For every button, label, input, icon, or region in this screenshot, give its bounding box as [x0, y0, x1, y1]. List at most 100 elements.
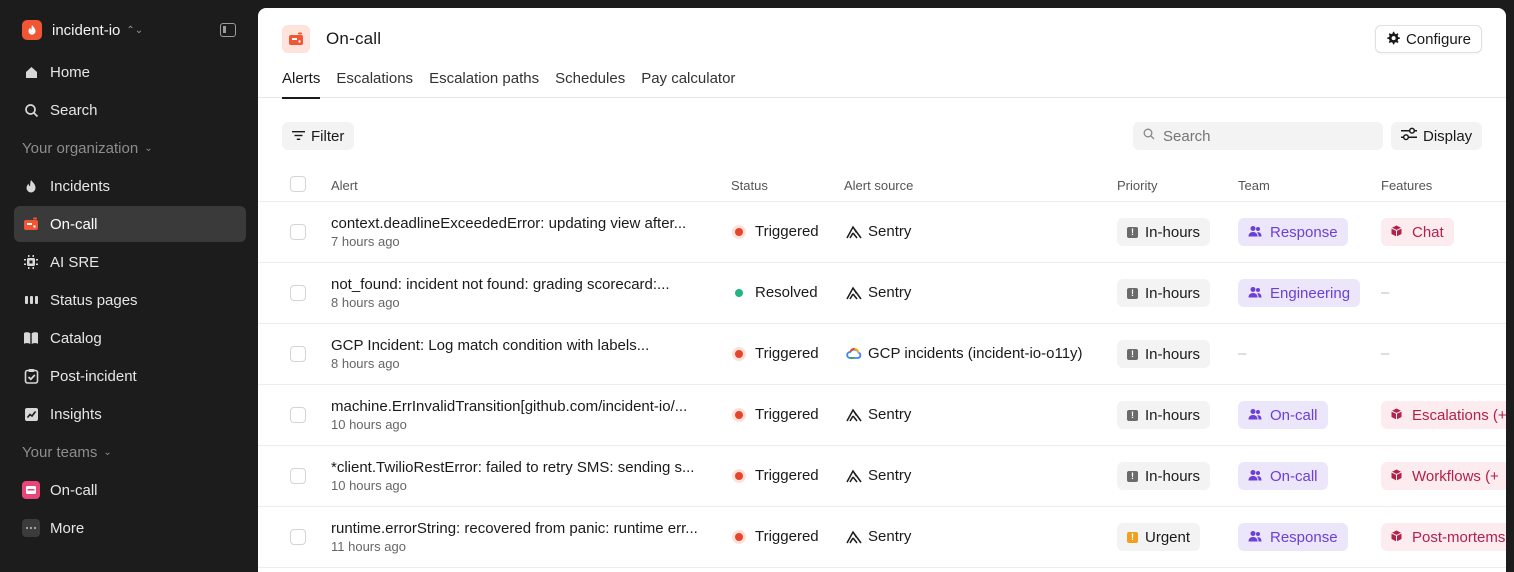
row-checkbox[interactable]	[290, 285, 306, 301]
team-badge[interactable]: On-call	[1238, 462, 1328, 490]
column-header[interactable]: Priority	[1117, 178, 1157, 193]
search-field[interactable]	[1133, 122, 1383, 150]
feature-badge[interactable]: Escalations (+	[1381, 401, 1506, 429]
column-header[interactable]: Alert source	[844, 178, 913, 193]
sidebar-item-label: Status pages	[50, 291, 138, 309]
source-label: Sentry	[868, 406, 912, 423]
table-row[interactable]: not_found: incident not found: grading s…	[258, 263, 1506, 324]
row-checkbox[interactable]	[290, 407, 306, 423]
filter-button[interactable]: Filter	[282, 122, 355, 150]
team-badge[interactable]: Response	[1238, 218, 1348, 246]
sidebar-item-on-call[interactable]: On-call	[14, 206, 246, 242]
sidebar-item-label: AI SRE	[50, 253, 100, 271]
source-label: Sentry	[868, 467, 912, 484]
table-row[interactable]: context.deadlineExceededError: updating …	[258, 202, 1506, 263]
configure-button[interactable]: Configure	[1374, 25, 1482, 53]
search-icon	[1143, 127, 1155, 145]
feature-cell: Post-mortems	[1381, 523, 1506, 551]
alert-title: not_found: incident not found: grading s…	[331, 276, 670, 293]
main-panel: On-call Configure Alerts Escalations Esc…	[258, 8, 1506, 572]
display-label: Display	[1423, 127, 1473, 145]
priority-badge: ! In-hours	[1117, 279, 1211, 307]
filter-label: Filter	[311, 127, 345, 145]
team-cell: Engineering	[1238, 279, 1361, 307]
tab-pay-calculator[interactable]: Pay calculator	[641, 70, 735, 98]
cube-icon	[1391, 468, 1402, 485]
chevron-down-icon: ⌄	[144, 142, 153, 154]
feature-badge[interactable]: Workflows (+	[1381, 462, 1506, 490]
column-header[interactable]: Alert	[331, 178, 358, 193]
sentry-icon	[846, 285, 862, 301]
sidebar-item-status-pages[interactable]: Status pages	[14, 282, 246, 318]
gear-icon	[1386, 31, 1400, 48]
status-label: Triggered	[755, 345, 819, 362]
people-icon	[1248, 468, 1262, 485]
sidebar-item-label: Insights	[50, 405, 102, 423]
page-title: On-call	[326, 29, 382, 48]
row-checkbox[interactable]	[290, 224, 306, 240]
sidebar-collapse-icon[interactable]	[220, 23, 236, 37]
tab-escalations[interactable]: Escalations	[336, 70, 413, 98]
section-your-teams[interactable]: Your teams ⌄	[0, 434, 258, 470]
sidebar-item-more[interactable]: More	[14, 510, 246, 546]
tab-escalation-paths[interactable]: Escalation paths	[429, 70, 539, 98]
team-badge[interactable]: Response	[1238, 523, 1348, 551]
sidebar-item-team-on-call[interactable]: On-call	[14, 472, 246, 508]
section-your-organization[interactable]: Your organization ⌄	[0, 130, 258, 166]
select-all-checkbox[interactable]	[290, 176, 306, 192]
source-cell: Sentry	[846, 284, 911, 301]
team-label: On-call	[1270, 467, 1318, 485]
search-input[interactable]	[1163, 127, 1363, 145]
table-row[interactable]: machine.ErrInvalidTransition[github.com/…	[258, 385, 1506, 446]
team-oncall-icon	[22, 481, 40, 499]
source-label: Sentry	[868, 528, 912, 545]
tab-alerts[interactable]: Alerts	[282, 70, 321, 99]
table-row[interactable]: *client.TwilioRestError: failed to retry…	[258, 446, 1506, 507]
row-checkbox[interactable]	[290, 346, 306, 362]
feature-cell: Workflows (+	[1381, 462, 1506, 490]
sidebar-item-insights[interactable]: Insights	[14, 396, 246, 432]
alert-cell: runtime.errorString: recovered from pani…	[331, 520, 698, 554]
feature-badge[interactable]: Chat	[1381, 218, 1454, 246]
team-label: Engineering	[1270, 284, 1351, 302]
priority-icon: !	[1127, 348, 1138, 360]
people-icon	[1248, 529, 1262, 546]
feature-empty: –	[1381, 345, 1390, 362]
sidebar-item-incidents[interactable]: Incidents	[14, 168, 246, 204]
ai-icon	[22, 253, 40, 271]
team-badge[interactable]: On-call	[1238, 401, 1328, 429]
feature-badge[interactable]: Post-mortems	[1381, 523, 1506, 551]
source-cell: Sentry	[846, 467, 911, 484]
feature-label: Chat	[1412, 223, 1444, 241]
alert-time: 8 hours ago	[331, 356, 400, 371]
column-header[interactable]: Features	[1381, 178, 1432, 193]
alert-title: *client.TwilioRestError: failed to retry…	[331, 459, 695, 476]
more-icon	[22, 519, 40, 537]
column-header[interactable]: Team	[1238, 178, 1270, 193]
table-row[interactable]: GCP Incident: Log match condition with l…	[258, 324, 1506, 385]
table-row[interactable]: runtime.errorString: recovered from pani…	[258, 507, 1506, 568]
org-switcher[interactable]: incident-io ⌃⌄	[0, 8, 258, 52]
sidebar-item-search[interactable]: Search	[14, 92, 246, 128]
urgent-icon: !	[1127, 531, 1138, 543]
sidebar-item-ai-sre[interactable]: AI SRE	[14, 244, 246, 280]
sidebar-item-home[interactable]: Home	[14, 54, 246, 90]
row-checkbox[interactable]	[290, 468, 306, 484]
sidebar-item-post-incident[interactable]: Post-incident	[14, 358, 246, 394]
status-cell: Triggered	[735, 406, 819, 423]
tab-schedules[interactable]: Schedules	[555, 70, 625, 98]
row-checkbox[interactable]	[290, 529, 306, 545]
column-header[interactable]: Status	[731, 178, 768, 193]
sidebar: incident-io ⌃⌄ Home Search Your organiza…	[0, 0, 258, 572]
source-label: Sentry	[868, 284, 912, 301]
sentry-icon	[846, 468, 862, 484]
sentry-icon	[846, 529, 862, 545]
priority-icon: !	[1127, 470, 1138, 482]
source-cell: Sentry	[846, 406, 911, 423]
display-button[interactable]: Display	[1391, 122, 1483, 150]
status-dot-icon	[735, 471, 743, 480]
team-badge[interactable]: Engineering	[1238, 279, 1361, 307]
source-cell: GCP incidents (incident-io-o11y)	[846, 345, 1083, 362]
sidebar-item-catalog[interactable]: Catalog	[14, 320, 246, 356]
people-icon	[1248, 407, 1262, 424]
